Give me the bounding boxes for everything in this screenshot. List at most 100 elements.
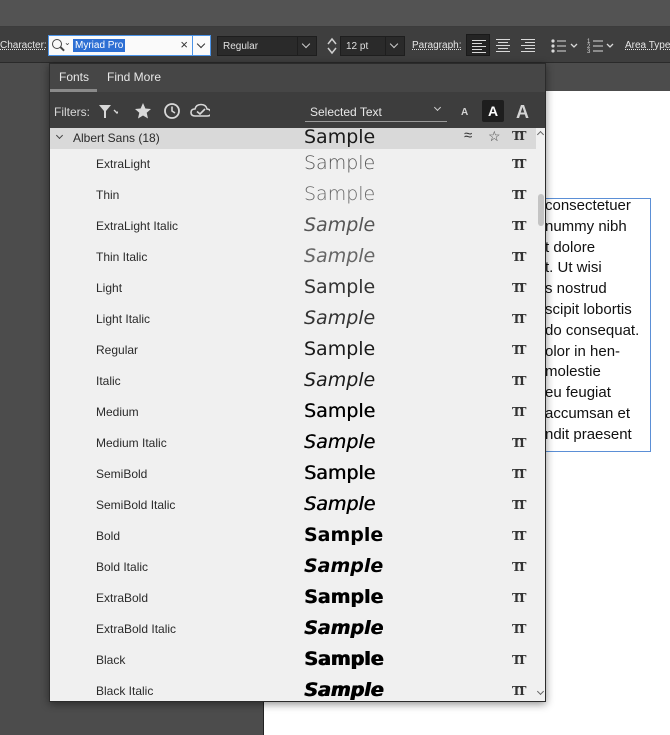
truetype-icon: TT	[512, 467, 527, 481]
font-sample: Sample	[304, 152, 376, 174]
truetype-icon: TT	[512, 312, 527, 326]
font-search-input[interactable]: ⌄ Myriad Pro ×	[48, 35, 193, 56]
collapse-caret-icon[interactable]	[55, 131, 64, 140]
filters-label: Filters:	[54, 105, 90, 119]
font-style-row[interactable]: Bold Italic Sample TT	[50, 552, 536, 583]
scroll-down-icon[interactable]	[536, 687, 545, 696]
font-family-name: Albert Sans (18)	[73, 131, 160, 145]
font-style-name: Light Italic	[96, 312, 151, 326]
font-style-row[interactable]: SemiBold Sample TT	[50, 459, 536, 490]
truetype-icon: TT	[512, 591, 527, 605]
font-sample: Sample	[304, 338, 376, 360]
font-style-row[interactable]: Medium Sample TT	[50, 397, 536, 428]
filter-classification-icon[interactable]	[98, 101, 118, 121]
sample-text-value: Selected Text	[310, 105, 382, 119]
truetype-icon: TT	[512, 684, 527, 698]
area-type-label[interactable]: Area Type	[625, 40, 670, 51]
character-label[interactable]: Character:	[0, 40, 47, 51]
search-icon	[52, 39, 62, 49]
tab-fonts[interactable]: Fonts	[59, 70, 89, 84]
clear-icon[interactable]: ×	[180, 37, 188, 52]
truetype-icon: TT	[512, 343, 527, 357]
font-style-row[interactable]: Light Italic Sample TT	[50, 304, 536, 335]
activated-fonts-cloud-icon[interactable]	[190, 101, 210, 121]
font-style-name: ExtraBold Italic	[96, 622, 177, 636]
font-style-row[interactable]: Bold Sample TT	[50, 521, 536, 552]
align-right-button[interactable]	[516, 34, 540, 56]
font-style-name: Black Italic	[96, 684, 154, 698]
truetype-icon: TT	[512, 188, 527, 202]
similar-fonts-icon[interactable]: ≈	[464, 128, 472, 144]
svg-text:3: 3	[587, 49, 591, 55]
font-search-value: Myriad Pro	[73, 39, 126, 52]
font-sample: Sample	[304, 679, 384, 701]
font-style-row[interactable]: Italic Sample TT	[50, 366, 536, 397]
chevron-down-icon	[433, 103, 442, 112]
truetype-icon: TT	[512, 405, 527, 419]
font-style-row[interactable]: ExtraBold Italic Sample TT	[50, 614, 536, 645]
truetype-icon: TT	[512, 436, 527, 450]
recently-added-clock-icon[interactable]	[162, 101, 182, 121]
app-menu-strip	[0, 0, 670, 27]
font-style-row[interactable]: ExtraLight Italic Sample TT	[50, 211, 536, 242]
font-style-row[interactable]: SemiBold Italic Sample TT	[50, 490, 536, 521]
paragraph-label[interactable]: Paragraph:	[412, 40, 461, 51]
font-family-row[interactable]: Albert Sans (18) Sample ≈ ☆ TT	[50, 128, 536, 149]
favorite-star-icon[interactable]: ☆	[488, 128, 501, 145]
text-line: molestie	[545, 363, 601, 381]
font-style-row[interactable]: ExtraBold Sample TT	[50, 583, 536, 614]
font-style-row[interactable]: Regular Sample TT	[50, 335, 536, 366]
align-left-button[interactable]	[466, 34, 490, 56]
font-style-row[interactable]: Black Italic Sample TT	[50, 676, 536, 701]
font-style-row[interactable]: Thin Italic Sample TT	[50, 242, 536, 273]
text-line: nummy nibh	[545, 217, 627, 235]
align-center-button[interactable]	[491, 34, 515, 56]
font-style-name: Bold Italic	[96, 560, 149, 574]
font-sample: Sample	[304, 276, 376, 298]
font-style-row[interactable]: ExtraLight Sample TT	[50, 149, 536, 180]
font-style-name: ExtraLight	[96, 157, 151, 171]
scroll-up-icon[interactable]	[536, 130, 545, 139]
font-list-scrollbar[interactable]	[536, 128, 545, 701]
truetype-icon: TT	[512, 374, 527, 388]
font-sample: Sample	[304, 128, 376, 148]
sample-text-select[interactable]: Selected Text	[305, 101, 447, 122]
font-size-stepper-icon[interactable]	[326, 36, 338, 56]
font-family-dropdown-button[interactable]	[193, 35, 211, 56]
font-size-dropdown-button[interactable]	[385, 36, 405, 56]
truetype-icon: TT	[512, 622, 527, 636]
font-style-name: Regular	[96, 343, 139, 357]
font-sample: Sample	[304, 214, 376, 236]
tab-find-more[interactable]: Find More	[107, 70, 161, 84]
font-sample: Sample	[304, 648, 384, 670]
font-sample: Sample	[304, 183, 376, 205]
bullets-icon[interactable]	[549, 37, 579, 55]
font-size-value: 12 pt	[346, 41, 369, 52]
chevron-down-icon[interactable]: ⌄	[64, 38, 71, 47]
truetype-icon: TT	[512, 529, 527, 543]
font-sample: Sample	[304, 524, 384, 546]
font-list: Albert Sans (18) Sample ≈ ☆ TT ExtraLigh…	[50, 128, 536, 701]
text-line: t. Ut wisi	[545, 259, 602, 277]
font-style-dropdown-button[interactable]	[297, 36, 317, 56]
font-sample: Sample	[304, 400, 376, 422]
text-line: eu feugiat	[545, 384, 611, 402]
favorites-star-icon[interactable]	[133, 101, 153, 121]
small-sample-size-button[interactable]: A	[461, 107, 468, 118]
font-sample: Sample	[304, 586, 384, 608]
text-line: t dolore	[545, 238, 596, 256]
font-sample: Sample	[304, 307, 376, 329]
truetype-icon: TT	[512, 129, 527, 143]
font-style-row[interactable]: Light Sample TT	[50, 273, 536, 304]
large-sample-size-button[interactable]: A	[516, 102, 529, 123]
font-sample: Sample	[304, 617, 384, 639]
medium-sample-size-label: A	[488, 103, 499, 119]
scrollbar-thumb[interactable]	[538, 194, 544, 226]
font-style-row[interactable]: Medium Italic Sample TT	[50, 428, 536, 459]
font-style-row[interactable]: Black Sample TT	[50, 645, 536, 676]
font-style-row[interactable]: Thin Sample TT	[50, 180, 536, 211]
numbered-list-icon[interactable]: 1 2 3	[586, 37, 618, 55]
filter-bar: Filters: Selected Text A A A	[50, 92, 545, 128]
font-sample: Sample	[304, 462, 376, 484]
truetype-icon: TT	[512, 560, 527, 574]
